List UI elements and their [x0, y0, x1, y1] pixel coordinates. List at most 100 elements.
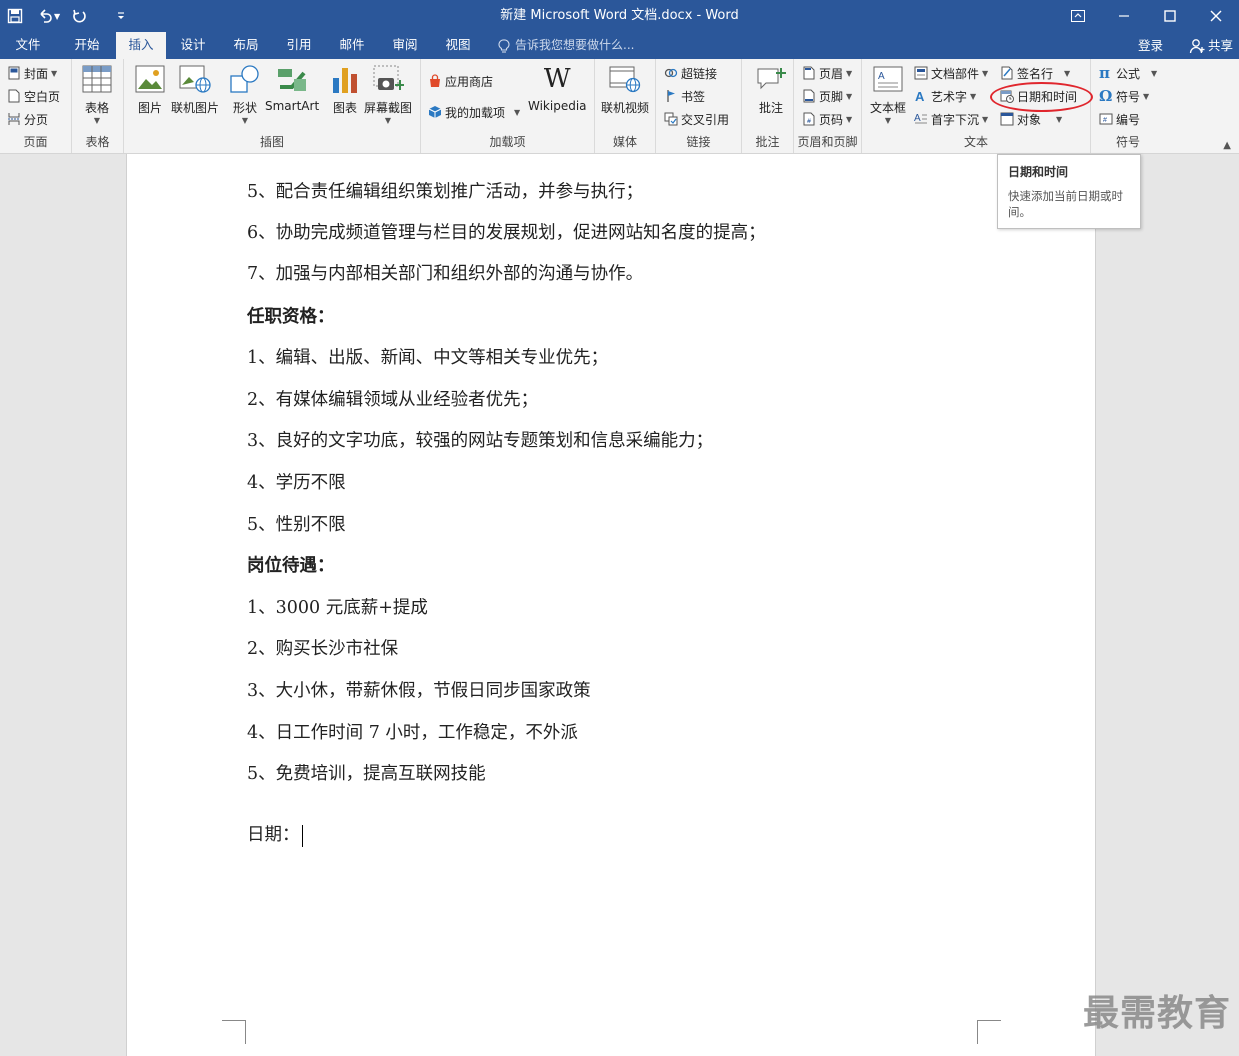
- svg-text:#: #: [1103, 117, 1107, 124]
- tab-mailings[interactable]: 邮件: [327, 32, 377, 59]
- shapes-button[interactable]: 形状 ▼: [228, 63, 262, 125]
- text-cursor: [301, 824, 303, 847]
- tab-view[interactable]: 视图: [433, 32, 483, 59]
- ribbon-display-options-icon[interactable]: [1055, 0, 1101, 32]
- tab-references[interactable]: 引用: [274, 32, 324, 59]
- login-link[interactable]: 登录: [1138, 32, 1163, 59]
- footer-button[interactable]: 页脚 ▼: [802, 85, 852, 107]
- tab-insert[interactable]: 插入: [116, 32, 166, 59]
- cross-reference-button[interactable]: 交叉引用: [664, 108, 729, 130]
- header-button[interactable]: 页眉 ▼: [802, 62, 852, 84]
- group-illustrations: 图片 联机图片 形状 ▼ SmartArt 图表 屏幕截图 ▼ 插图: [124, 59, 421, 153]
- signature-line-icon: [1001, 66, 1013, 80]
- group-symbols: π 公式 ▼ Ω 符号 ▼ # 编号 符号: [1091, 59, 1165, 153]
- omega-icon: Ω: [1099, 87, 1113, 105]
- group-tables: 表格 ▼ 表格: [72, 59, 124, 153]
- picture-button[interactable]: 图片: [133, 63, 167, 116]
- table-icon: [82, 65, 112, 93]
- date-time-tooltip: 日期和时间 快速添加当前日期或时间。: [997, 154, 1141, 229]
- tab-design[interactable]: 设计: [168, 32, 218, 59]
- symbol-button[interactable]: Ω 符号 ▼: [1099, 85, 1149, 107]
- group-label-comments: 批注: [755, 135, 780, 149]
- footer-icon: [803, 89, 815, 103]
- my-addins-button[interactable]: 我的加载项 ▼: [428, 101, 520, 123]
- bookmark-button[interactable]: 书签: [664, 85, 705, 107]
- group-label-tables: 表格: [85, 135, 110, 149]
- tooltip-body: 快速添加当前日期或时间。: [1008, 189, 1123, 219]
- blank-page-icon: [8, 89, 20, 103]
- group-text: A 文本框 ▼ 文档部件 ▼ A 艺术字 ▼ A 首字下沉 ▼ 签名行 ▼ 日期和时间 对…: [862, 59, 1093, 153]
- group-pages: 封面 ▼ 空白页 分页 页面: [0, 59, 72, 153]
- group-header-footer: 页眉 ▼ 页脚 ▼ # 页码 ▼ 页眉和页脚: [794, 59, 862, 153]
- online-video-button[interactable]: 联机视频: [601, 63, 649, 116]
- signature-line-button[interactable]: 签名行 ▼: [1000, 62, 1070, 84]
- shapes-icon: [230, 65, 259, 93]
- doc-paragraph: 3、良好的文字功底，较强的网站专题策划和信息采编能力；: [247, 431, 714, 451]
- object-icon: [1000, 112, 1014, 126]
- online-picture-icon: [179, 65, 211, 93]
- page-break-button[interactable]: 分页: [7, 108, 48, 130]
- comment-button[interactable]: 批注: [754, 63, 788, 116]
- smartart-button[interactable]: SmartArt: [265, 63, 319, 113]
- page-number-button[interactable]: # 页码 ▼: [802, 108, 852, 130]
- quick-parts-button[interactable]: 文档部件 ▼: [914, 62, 988, 84]
- group-label-pages: 页面: [23, 135, 48, 149]
- group-links: 超链接 书签 交叉引用 链接: [656, 59, 742, 153]
- svg-text:A: A: [915, 89, 925, 103]
- wikipedia-button[interactable]: W Wikipedia: [528, 63, 587, 113]
- undo-dropdown-icon[interactable]: ▼: [54, 12, 60, 21]
- doc-paragraph: 4、日工作时间 7 小时，工作稳定，不外派: [247, 723, 578, 743]
- watermark-logo: 最需教育: [1082, 993, 1231, 1034]
- doc-paragraph: 1、3000 元底薪+提成: [247, 598, 428, 618]
- store-button[interactable]: 应用商店: [428, 70, 493, 92]
- close-icon[interactable]: [1193, 0, 1239, 32]
- tab-file[interactable]: 文件: [0, 32, 56, 59]
- person-icon: [1189, 38, 1205, 53]
- date-time-highlight-ring: [990, 82, 1093, 112]
- document-page[interactable]: 5、配合责任编辑组织策划推广活动，并参与执行； 6、协助完成频道管理与栏目的发展…: [126, 154, 1096, 1056]
- table-button[interactable]: 表格 ▼: [80, 63, 114, 125]
- cover-page-button[interactable]: 封面 ▼: [7, 62, 57, 84]
- group-comments: 批注 批注: [742, 59, 794, 153]
- doc-paragraph: 6、协助完成频道管理与栏目的发展规划，促进网站知名度的提高；: [247, 223, 766, 243]
- doc-paragraph: 2、购买长沙市社保: [247, 639, 399, 659]
- drop-cap-button[interactable]: A 首字下沉 ▼: [914, 108, 988, 130]
- screenshot-button[interactable]: 屏幕截图 ▼: [364, 63, 412, 125]
- chart-button[interactable]: 图表: [328, 63, 362, 116]
- number-icon: #: [1099, 113, 1113, 125]
- svg-text:A: A: [914, 113, 921, 124]
- maximize-icon[interactable]: [1147, 0, 1193, 32]
- group-label-header-footer: 页眉和页脚: [797, 135, 858, 149]
- tab-review[interactable]: 审阅: [380, 32, 430, 59]
- tab-home[interactable]: 开始: [61, 32, 113, 59]
- my-addins-icon: [428, 106, 442, 118]
- comment-icon: [757, 68, 786, 90]
- tell-me-box[interactable]: 告诉我您想要做什么...: [498, 32, 634, 59]
- cover-page-icon: [8, 66, 20, 80]
- group-media: 联机视频 媒体: [595, 59, 656, 153]
- hyperlink-icon: [664, 68, 678, 78]
- textbox-button[interactable]: A 文本框 ▼: [870, 63, 906, 125]
- group-label-media: 媒体: [612, 135, 637, 149]
- tab-layout[interactable]: 布局: [221, 32, 271, 59]
- collapse-ribbon-icon[interactable]: ▲: [1223, 140, 1231, 151]
- header-icon: [803, 66, 815, 80]
- drop-cap-icon: A: [914, 113, 927, 124]
- ribbon-tabs: 文件 开始 插入 设计 布局 引用 邮件 审阅 视图 告诉我您想要做什么... …: [0, 32, 1239, 59]
- equation-button[interactable]: π 公式 ▼: [1099, 62, 1157, 84]
- share-button[interactable]: 共享: [1189, 32, 1233, 59]
- hyperlink-button[interactable]: 超链接: [664, 62, 717, 84]
- customize-qat-icon[interactable]: [108, 0, 134, 32]
- group-label-text: 文本: [963, 135, 988, 149]
- group-addins: 应用商店 我的加载项 ▼ W Wikipedia 加载项: [421, 59, 595, 153]
- blank-page-button[interactable]: 空白页: [7, 85, 60, 107]
- lightbulb-icon: [498, 38, 510, 53]
- doc-paragraph: 3、大小休，带薪休假，节假日同步国家政策: [247, 681, 591, 701]
- wordart-button[interactable]: A 艺术字 ▼: [914, 85, 976, 107]
- online-picture-button[interactable]: 联机图片: [171, 63, 219, 116]
- smartart-icon: [278, 69, 307, 91]
- number-button[interactable]: # 编号: [1099, 108, 1140, 130]
- minimize-icon[interactable]: [1101, 0, 1147, 32]
- redo-icon[interactable]: [64, 0, 94, 32]
- save-icon[interactable]: [0, 0, 30, 32]
